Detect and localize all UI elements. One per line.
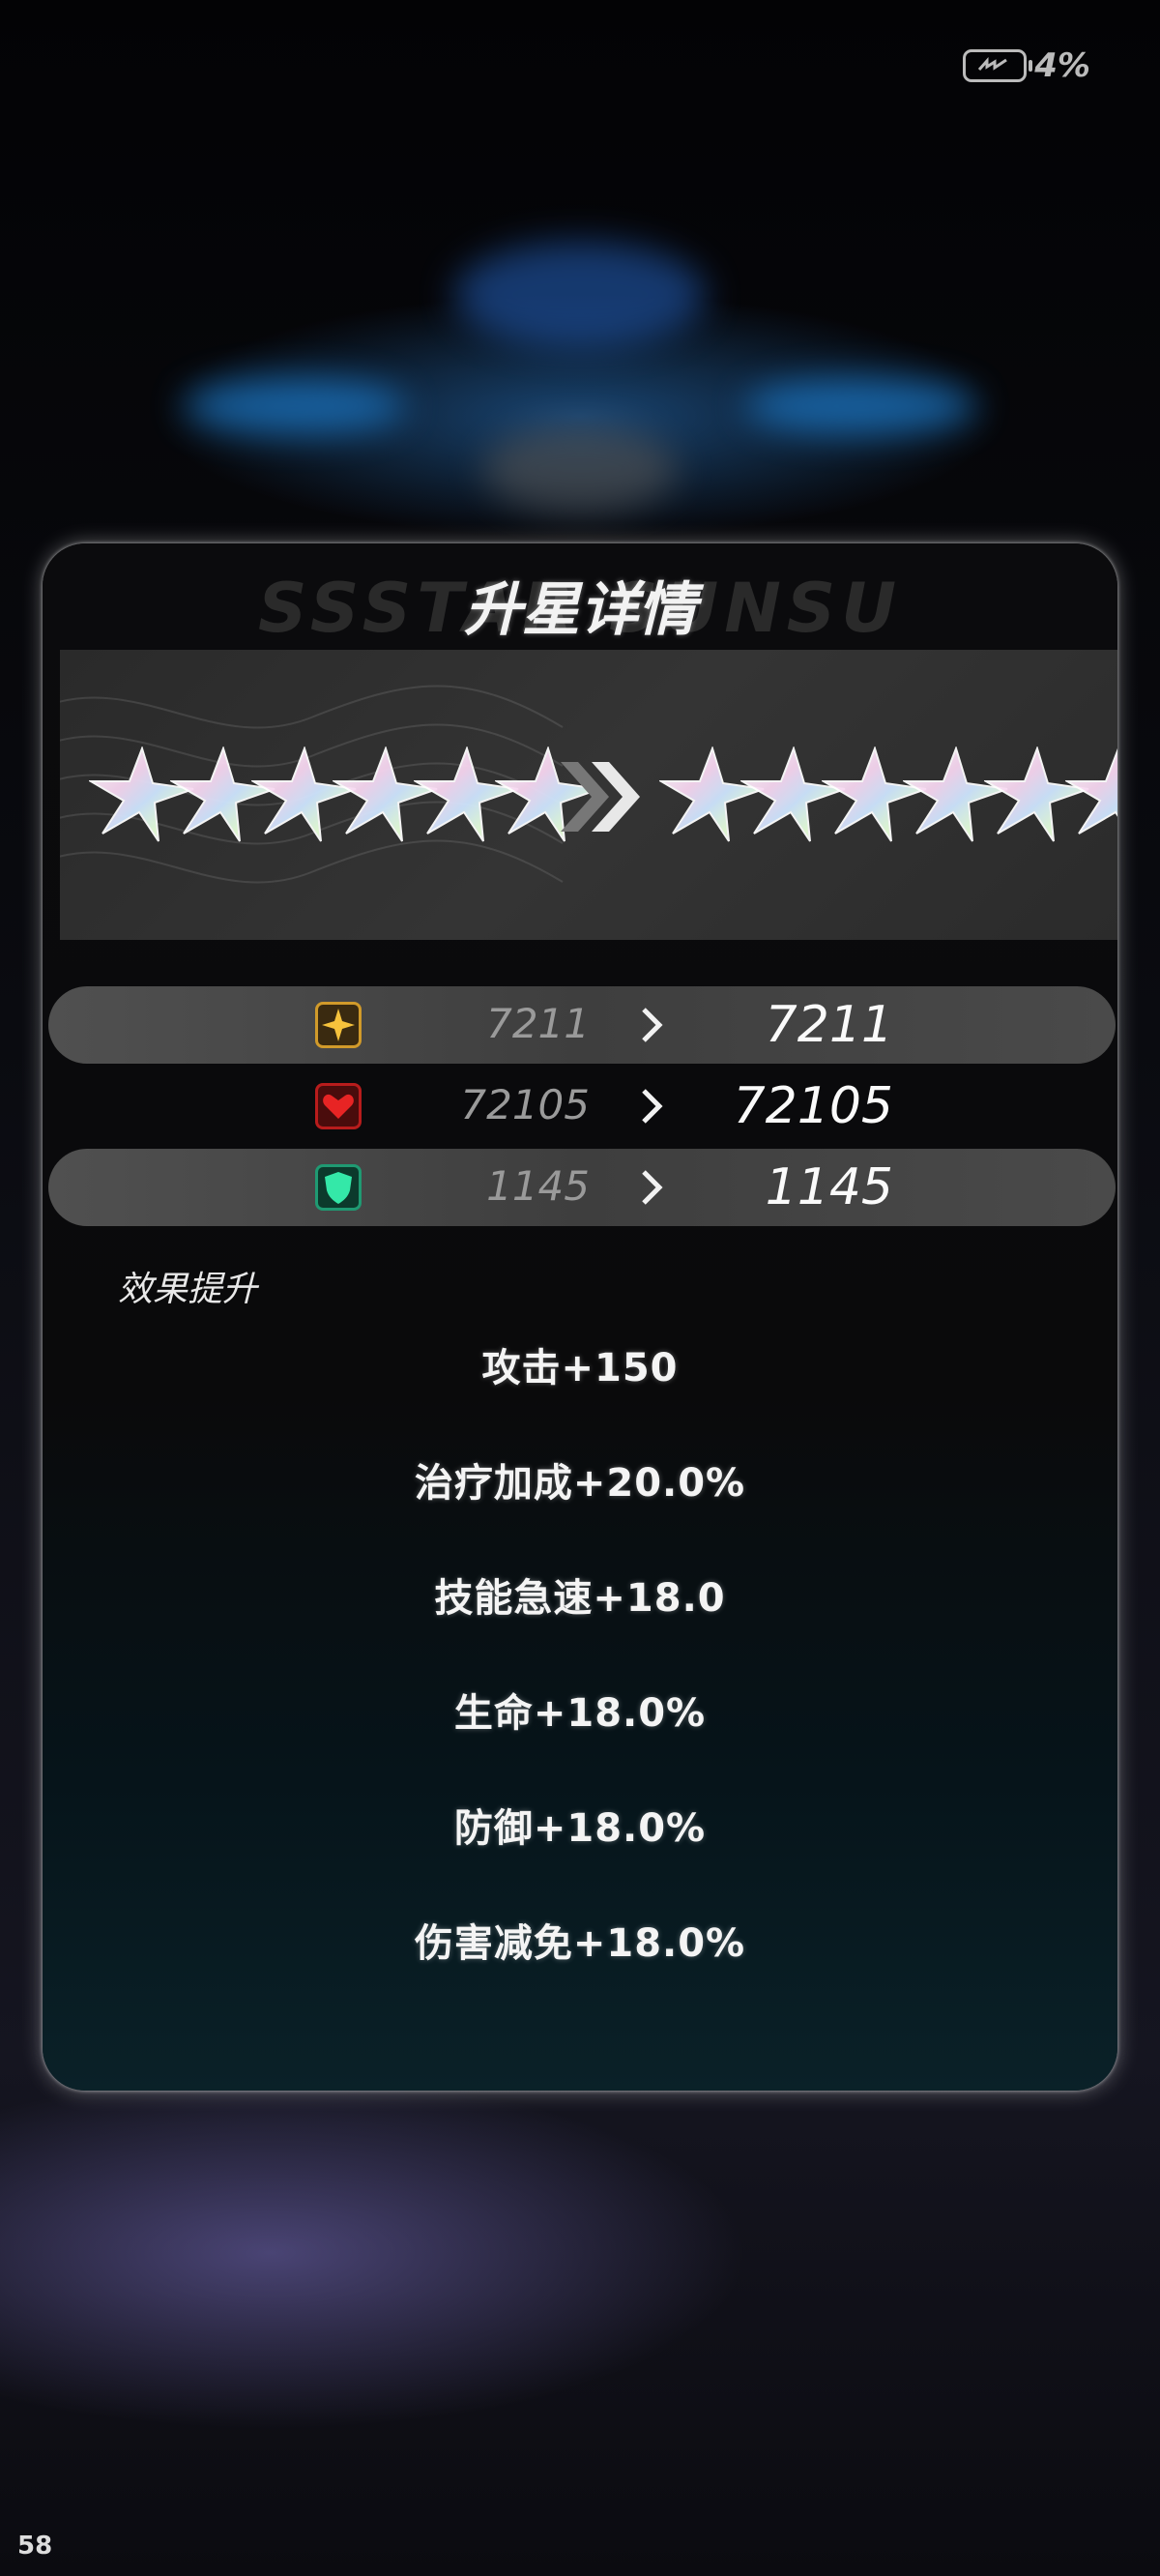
star-comparison (60, 650, 1117, 940)
status-bar: 4% (963, 46, 1090, 85)
stat-row-attack: 7211 7211 (48, 986, 1116, 1064)
background-glow-center (483, 425, 677, 512)
health-icon (315, 1083, 362, 1129)
battery-percent: 4% (1034, 46, 1090, 85)
stat-row-health: 72105 72105 (48, 1068, 1116, 1145)
effect-item: 生命+18.0% (453, 1691, 707, 1736)
stat-row-defense: 1145 1145 (48, 1149, 1116, 1226)
stat-old-value: 1145 (486, 1162, 590, 1210)
background-glow-top (454, 242, 706, 348)
effect-item: 攻击+150 (481, 1346, 679, 1390)
stat-old-value: 7211 (486, 1000, 590, 1047)
chevron-right-icon (642, 1089, 663, 1124)
battery-icon (963, 49, 1033, 82)
stars-next (659, 746, 1117, 843)
effect-heading: 效果提升 (118, 1270, 258, 1309)
attack-icon (315, 1002, 362, 1048)
background-glow-left (184, 377, 406, 435)
stat-new-value: 1145 (765, 1158, 893, 1216)
star-upgrade-panel: SSSTAR SUNSU 升星详情 7211 7211 72105 72105 … (43, 543, 1117, 2091)
effect-item: 防御+18.0% (453, 1806, 707, 1851)
star-icon (1065, 747, 1117, 834)
effect-item: 治疗加成+20.0% (414, 1461, 746, 1506)
effect-item: 技能急速+18.0 (434, 1576, 726, 1621)
panel-title: 升星详情 (464, 576, 696, 644)
stat-new-value: 7211 (765, 996, 893, 1054)
game-screen: 4% SSSTAR SUNSU 升星详情 7211 7211 72105 721… (0, 0, 1160, 2576)
stat-new-value: 72105 (733, 1077, 893, 1135)
stars-current (89, 746, 600, 843)
effect-list: 攻击+150 治疗加成+20.0% 技能急速+18.0 生命+18.0% 防御+… (43, 1336, 1117, 2027)
chevron-right-icon (642, 1008, 663, 1042)
background-glow-right (744, 377, 976, 435)
chevron-right-icon (642, 1170, 663, 1205)
effect-item: 伤害减免+18.0% (414, 1921, 746, 1966)
fps-counter: 58 (17, 2532, 53, 2561)
upgrade-arrow-icon (561, 762, 640, 832)
defense-icon (315, 1164, 362, 1211)
stat-old-value: 72105 (460, 1081, 590, 1128)
